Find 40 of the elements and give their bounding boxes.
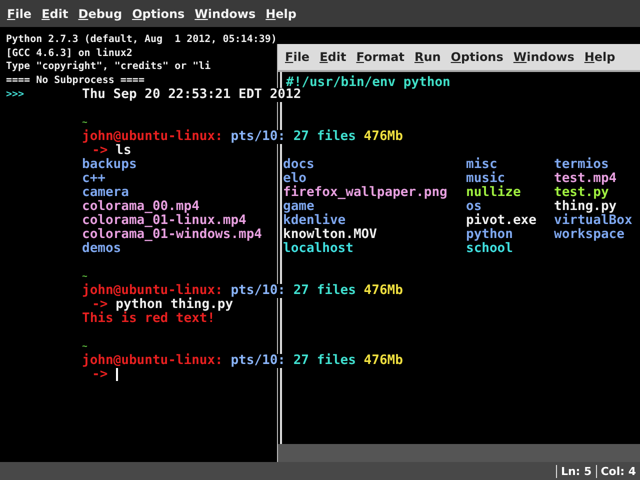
file-name: test.py <box>554 186 609 200</box>
prompt-terminal: pts/10: <box>230 284 286 298</box>
shell-banner-line: [GCC 4.6.3] on linux2 <box>6 46 132 60</box>
menu-item[interactable]: Help <box>579 50 620 64</box>
menu-item[interactable]: File <box>2 6 37 20</box>
menu-item[interactable]: Run <box>409 50 446 64</box>
file-name: thing.py <box>554 200 617 214</box>
shell-prompt: >>> <box>6 88 24 102</box>
prompt-user-host: john@ubuntu-linux: <box>82 130 223 144</box>
file-name: pivot.exe <box>466 214 536 228</box>
menu-item[interactable]: Format <box>351 50 410 64</box>
file-name: colorama_01-windows.mp4 <box>82 228 262 242</box>
file-name: firefox_wallpaper.png <box>283 186 448 200</box>
shell-banner-line: Type "copyright", "credits" or "li <box>6 60 211 74</box>
prompt-user-host: john@ubuntu-linux: <box>82 284 223 298</box>
menu-item[interactable]: Edit <box>314 50 352 64</box>
file-name: game <box>283 200 314 214</box>
menu-item[interactable]: Help <box>260 6 302 20</box>
file-name: colorama_00.mp4 <box>82 200 200 214</box>
line-number: Ln: 5 <box>556 464 596 478</box>
prompt-terminal: pts/10: <box>230 354 286 368</box>
menu-item[interactable]: Edit <box>36 6 74 20</box>
prompt-user-host: john@ubuntu-linux: <box>82 354 223 368</box>
menu-item[interactable]: Options <box>446 50 508 64</box>
file-name: colorama_01-linux.mp4 <box>82 214 246 228</box>
file-name: workspace <box>554 228 624 242</box>
file-name: test.mp4 <box>554 172 617 186</box>
menu-item[interactable]: Options <box>127 6 190 20</box>
file-name: backups <box>82 158 137 172</box>
menu-item[interactable]: Windows <box>190 6 261 20</box>
column-number: Col: 4 <box>596 464 640 478</box>
shell-banner-line: Python 2.7.3 (default, Aug 1 2012, 05:14:39) <box>6 33 277 47</box>
menu-item[interactable]: File <box>280 50 315 64</box>
file-name: python <box>466 228 513 242</box>
shell-banner-line: ==== No Subprocess ==== <box>6 74 144 88</box>
prompt-terminal: pts/10: <box>230 130 286 144</box>
menu-item[interactable]: Windows <box>508 50 580 64</box>
menu-item[interactable]: Debug <box>73 6 128 20</box>
command-text: python thing.py <box>116 298 234 312</box>
date-output: Thu Sep 20 22:53:21 EDT 2012 <box>82 88 302 102</box>
